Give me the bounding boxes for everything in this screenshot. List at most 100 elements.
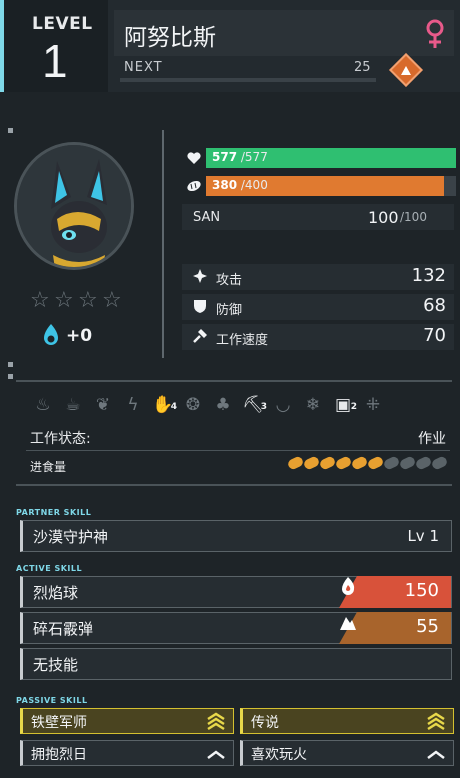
passive-skill-name: 传说 [251,715,279,731]
rank-stars: ☆ ☆ ☆ ☆ [30,288,123,313]
hunger-current: 380 [212,178,238,192]
active-skill-row-empty[interactable]: 无技能 [20,648,452,680]
passive-skill-name: 拥抱烈日 [31,747,87,763]
soul-bonus-value: +0 [66,326,93,346]
defense-label: 防御 [216,303,243,318]
active-skill-name: 烈焰球 [33,584,79,602]
work-speed-value: 70 [423,325,446,346]
hunger-icon [187,180,201,192]
cooling-icon[interactable]: ❄ [298,390,328,420]
handiwork-level: 4 [170,402,177,412]
star-outline-icon: ☆ [30,288,50,313]
passive-skill-heading: PASSIVE SKILL [16,696,88,705]
active-skill-row[interactable]: 碎石霰弹 55 [20,612,452,644]
star-outline-icon: ☆ [54,288,74,313]
gathering-icon[interactable]: ❂ [178,390,208,420]
passive-skill-slot[interactable]: 拥抱烈日 [20,740,234,766]
partner-skill-name: 沙漠守护神 [33,528,109,546]
food-filled-icon [318,455,337,471]
star-outline-icon: ☆ [102,288,122,313]
food-empty-icon [414,455,433,471]
kindling-icon[interactable]: ♨ [28,390,58,420]
passive-skill-name: 铁壁军师 [31,715,87,731]
pal-portrait [14,142,134,270]
rank-up-3-icon [207,712,225,731]
vertical-divider [162,130,164,358]
food-filled-icon [366,455,385,471]
section-divider [16,380,452,382]
food-meter [286,455,449,471]
work-speed-icon [193,329,207,343]
hunger-text: 380 /400 [212,178,268,192]
fire-icon [342,577,355,595]
food-filled-icon [302,455,321,471]
hp-bar: 577 /577 [206,148,456,168]
food-label: 进食量 [30,460,67,474]
mining-level: 3 [260,402,267,412]
partner-skill-row[interactable]: 沙漠守护神 Lv 1 [20,520,452,552]
pal-name: 阿努比斯 [124,25,216,51]
partner-skill-level: Lv 1 [407,527,439,545]
ground-skill-power: 55 [416,616,439,637]
handiwork-icon[interactable]: ✋ 4 [148,390,178,420]
work-state-value[interactable]: 作业 [418,428,446,448]
name-box[interactable]: 阿努比斯 [114,10,454,56]
farming-icon[interactable]: ⁜ [358,390,388,420]
rank-up-3-icon [427,712,445,731]
hp-max: /577 [237,150,268,164]
medicine-icon[interactable]: ◡ [268,390,298,420]
heart-icon [187,152,201,164]
level-box: LEVEL 1 [0,0,108,92]
san-current: 100 [368,208,399,227]
work-state-label: 工作状态: [30,431,91,447]
attack-label: 攻击 [216,273,243,288]
food-filled-icon [334,455,353,471]
fire-skill-power: 150 [404,580,439,601]
attack-icon [193,269,207,283]
lumbering-icon[interactable]: ♣ [208,390,238,420]
divider-dot [8,374,13,379]
san-label: SAN [193,210,221,225]
hunger-max: /400 [237,178,268,192]
level-label: LEVEL [32,14,93,34]
header: LEVEL 1 阿努比斯 NEXT 25 [0,0,460,92]
food-empty-icon [398,455,417,471]
fire-element-tag: 150 [339,576,451,608]
passive-skill-name: 喜欢玩火 [251,747,307,763]
passive-skill-slot[interactable]: 铁壁军师 [20,708,234,734]
partner-skill-heading: PARTNER SKILL [16,508,92,517]
next-exp-label: NEXT [124,60,163,75]
electricity-icon[interactable]: ϟ [118,390,148,420]
active-skill-name: 碎石霰弹 [33,620,94,638]
ground-icon [340,617,356,630]
exp-progress-bar [120,78,376,82]
anubis-portrait-icon [17,145,131,267]
divider-dot [8,128,13,133]
hunger-bar: 380 /400 [206,176,456,196]
work-speed-label: 工作速度 [216,333,269,348]
passive-skill-slot[interactable]: 喜欢玩火 [240,740,454,766]
hp-text: 577 /577 [212,150,268,164]
watering-icon[interactable]: ☕ [58,390,88,420]
san-max: /100 [400,210,427,224]
hp-current: 577 [212,150,238,164]
rank-emblem-icon [401,66,411,75]
star-outline-icon: ☆ [78,288,98,313]
attack-value: 132 [411,265,446,286]
level-number: 1 [42,35,68,87]
active-skill-heading: ACTIVE SKILL [16,564,83,573]
work-suitability-row: ♨ ☕ ❦ ϟ ✋ 4 ❂ ♣ ⛏ 3 ◡ ❄ ▣ 2 ⁜ [28,390,448,420]
food-empty-icon [382,455,401,471]
mining-icon[interactable]: ⛏ 3 [238,390,268,420]
food-filled-icon [350,455,369,471]
transporting-icon[interactable]: ▣ 2 [328,390,358,420]
planting-icon[interactable]: ❦ [88,390,118,420]
active-skill-name: 无技能 [33,656,79,674]
food-empty-icon [430,455,449,471]
passive-skill-slot[interactable]: 传说 [240,708,454,734]
defense-icon [194,300,206,313]
divider-dot [8,362,13,367]
row-divider [26,450,450,451]
active-skill-row[interactable]: 烈焰球 150 [20,576,452,608]
defense-value: 68 [423,295,446,316]
